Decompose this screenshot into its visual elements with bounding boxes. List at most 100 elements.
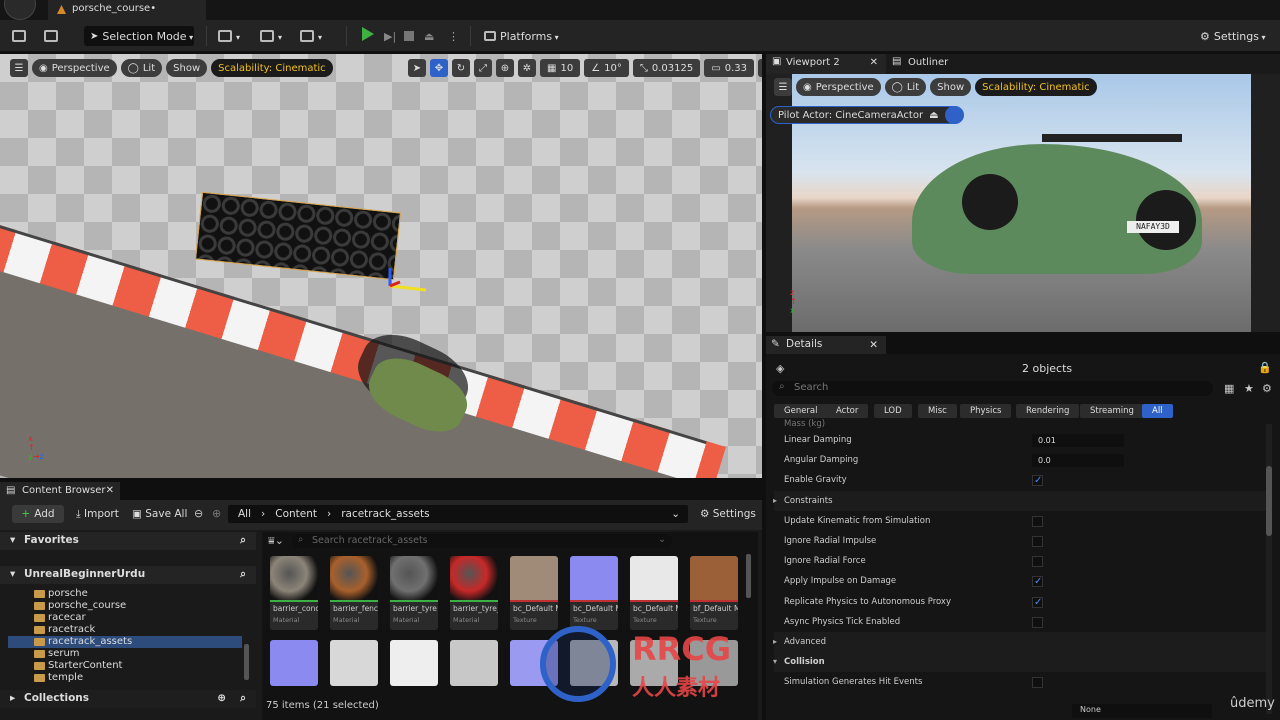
lock-icon[interactable]: 🔒 [1258,361,1272,374]
lit-dropdown[interactable]: ◯ Lit [884,78,927,96]
property-value-input[interactable]: 0.0 [1032,454,1124,468]
scale-snap-button[interactable]: ⤡ 0.03125 [632,59,701,77]
property-row[interactable]: Angular Damping 0.0 [774,450,1270,470]
search-icon[interactable]: ⌕ [240,568,246,581]
gear-icon[interactable]: ⚙ [1262,382,1272,395]
scale-tool-icon[interactable]: ⤢ [474,59,492,77]
play-options-button[interactable]: ⋮ [448,26,459,46]
settings-button[interactable]: ⚙ Settings [700,508,756,520]
rotate-tool-icon[interactable]: ↻ [452,59,470,77]
collections-header[interactable]: ▸ Collections ⊕ ⌕ [0,690,256,708]
filter-general[interactable]: General [774,404,828,418]
chevron-icon[interactable]: ▸ [773,491,777,511]
asset-tile[interactable]: barrier_tyre Material [390,556,438,630]
filter-physics[interactable]: Physics [960,404,1012,418]
add-button[interactable]: + Add [12,505,64,523]
property-checkbox[interactable] [1032,593,1043,613]
viewport-menu-icon[interactable]: ☰ [774,78,792,96]
cinematics-button[interactable] [300,26,322,46]
asset-tile[interactable]: barrier_concrete Material [270,556,318,630]
viewport-menu-icon[interactable]: ☰ [10,59,28,77]
collision-preset-dropdown[interactable]: None [1072,704,1212,718]
project-header[interactable]: ▾ UnrealBeginnerUrdu ⌕ [0,566,256,584]
document-tab[interactable]: porsche_course• [48,0,206,20]
property-row[interactable]: ▸ Advanced [773,632,1270,652]
add-actor-button[interactable] [218,26,240,46]
star-icon[interactable]: ★ [1244,382,1254,395]
grid-snap-button[interactable]: ▦ 10 [540,59,581,77]
transform-gizmo[interactable] [386,266,430,294]
forward-icon[interactable]: ⊕ [212,507,221,520]
favorites-header[interactable]: ▾ Favorites ⌕ [0,532,256,550]
property-row[interactable]: ▾ Collision [773,652,1270,673]
scalability-badge[interactable]: Scalability: Cinematic [975,78,1097,96]
property-row[interactable]: Enable Gravity [774,470,1270,491]
settings-dropdown[interactable]: ⚙ Settings [1200,26,1266,46]
tab-content-browser[interactable]: ▤ Content Browser ✕ [0,482,120,500]
camera-speed-button[interactable]: ▭ 0.33 [704,59,754,77]
folder-item[interactable]: racetrack_assets [8,636,242,648]
folder-item[interactable]: racecar [34,612,86,624]
asset-tile[interactable]: bc_Default Material Texture [570,556,618,630]
unreal-logo-icon[interactable] [4,0,36,20]
scalability-badge[interactable]: Scalability: Cinematic [211,59,333,77]
show-dropdown[interactable]: Show [930,78,972,96]
property-checkbox[interactable] [1032,536,1043,547]
tab-details[interactable]: ✎ Details ✕ [766,336,886,354]
filter-rendering[interactable]: Rendering [1016,404,1080,418]
folder-item[interactable]: racetrack [34,624,95,636]
chevron-down-icon[interactable]: ⌄ [671,508,680,520]
camera-icon[interactable] [944,106,963,124]
folder-item[interactable]: porsche [34,588,88,600]
asset-tile[interactable] [270,640,318,686]
play-icon[interactable] [362,27,374,41]
tab-viewport-2[interactable]: ▣ Viewport 2 ✕ [766,54,886,74]
chevron-down-icon[interactable]: ⌄ [658,534,666,545]
filter-misc[interactable]: Misc [918,404,957,418]
property-checkbox[interactable] [1032,677,1043,689]
property-checkbox[interactable] [1032,616,1043,628]
pilot-actor-badge[interactable]: Pilot Actor: CineCameraActor ⏏ [770,106,964,124]
asset-tile[interactable]: bc_Default Material Texture [630,556,678,630]
surface-snap-icon[interactable]: ✲ [518,59,536,77]
asset-tile[interactable] [450,640,498,686]
pilot-viewport[interactable]: NAFAY3D ☰ ◉ Perspective ◯ Lit Show Scalabi… [766,74,1280,332]
property-row[interactable]: Mass (kg) [774,418,1270,430]
select-tool-icon[interactable]: ➤ [408,59,426,77]
viewport-layout-icon[interactable]: ⊞ [757,59,762,77]
breadcrumb-content[interactable]: Content [275,508,317,520]
filter-streaming[interactable]: Streaming [1080,404,1144,418]
asset-tile[interactable]: barrier_fence Material [330,556,378,630]
property-checkbox[interactable] [1032,471,1043,491]
perspective-dropdown[interactable]: ◉ Perspective [796,78,881,96]
eject-icon[interactable]: ⏏ [929,110,938,121]
property-row[interactable]: ▸ Constraints [773,490,1270,511]
chevron-icon[interactable]: ▾ [773,652,777,672]
asset-tile[interactable]: bc_Default Material Texture [510,556,558,630]
browse-button[interactable] [44,26,58,46]
move-tool-icon[interactable]: ✥ [430,59,448,77]
world-space-icon[interactable]: ⊕ [496,59,514,77]
import-button[interactable]: ⤓ Import [76,508,119,521]
stop-button[interactable] [404,26,414,46]
filter-all[interactable]: All [1142,404,1173,418]
folder-item[interactable]: temple [34,672,83,684]
property-row[interactable]: Apply Impulse on Damage [774,571,1270,592]
property-row[interactable]: Replicate Physics to Autonomous Proxy [774,592,1270,613]
filter-actor[interactable]: Actor [826,404,869,418]
folder-item[interactable]: porsche_course [34,600,126,612]
property-row[interactable]: Ignore Radial Force [774,551,1270,571]
asset-tile[interactable] [390,640,438,686]
property-row[interactable]: Update Kinematic from Simulation [774,511,1270,531]
asset-tile[interactable]: bf_Default Material Texture [690,556,738,630]
close-icon[interactable]: ✕ [106,485,114,496]
lit-dropdown[interactable]: ◯ Lit [120,59,163,77]
chevron-icon[interactable]: ▸ [773,632,777,652]
perspective-dropdown[interactable]: ◉ Perspective [32,59,117,77]
asset-scrollbar[interactable] [746,554,751,598]
property-checkbox[interactable] [1032,556,1043,568]
tree-scrollbar[interactable] [244,644,249,680]
breadcrumb-racetrack-assets[interactable]: racetrack_assets [341,508,429,520]
search-icon[interactable]: ⌕ [240,692,246,705]
property-row[interactable]: Ignore Radial Impulse [774,531,1270,551]
